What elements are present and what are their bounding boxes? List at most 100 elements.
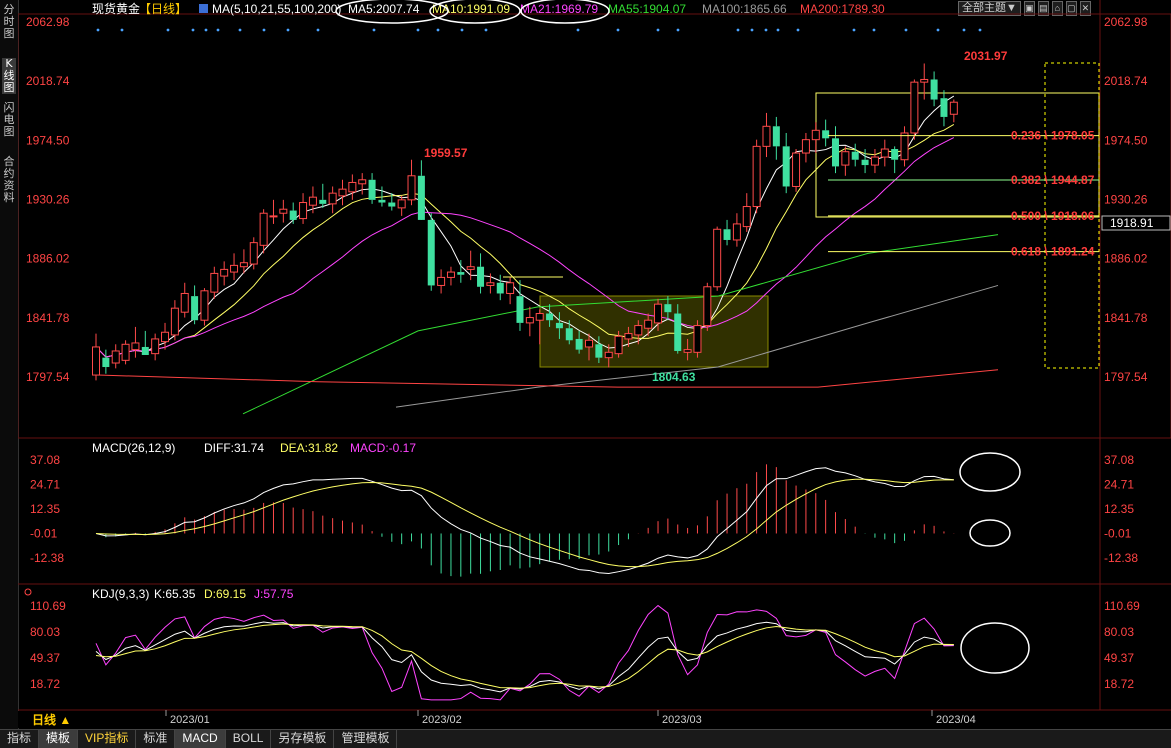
candle-body — [762, 125, 771, 147]
candle[interactable] — [407, 159, 416, 206]
candle[interactable] — [92, 333, 100, 381]
candle[interactable] — [121, 340, 130, 365]
candle[interactable] — [870, 149, 879, 174]
candle[interactable] — [308, 186, 317, 214]
bottom-tab-1[interactable]: 模板 — [39, 730, 79, 748]
candle[interactable] — [703, 282, 712, 331]
candle[interactable] — [259, 209, 268, 254]
symbol-name: 现货黄金 — [92, 1, 140, 16]
candle[interactable] — [693, 320, 702, 358]
candle[interactable] — [949, 99, 958, 123]
candle[interactable] — [437, 269, 446, 294]
candle[interactable] — [772, 116, 780, 160]
candle[interactable] — [230, 253, 239, 281]
candle[interactable] — [141, 330, 149, 355]
signal-dot — [416, 28, 420, 32]
bottom-tab-4[interactable]: MACD — [175, 730, 226, 748]
candle[interactable] — [191, 285, 199, 325]
candle[interactable] — [358, 173, 367, 195]
candle[interactable] — [792, 149, 801, 192]
signal-dot — [764, 28, 768, 32]
candle-body — [654, 303, 663, 324]
price-tick: 1974.50 — [1104, 133, 1148, 147]
bottom-tab-6[interactable]: 另存模板 — [271, 730, 335, 748]
bottom-tab-5[interactable]: BOLL — [226, 730, 272, 748]
candle[interactable] — [279, 199, 288, 223]
candle-body — [930, 79, 938, 100]
candle[interactable] — [920, 63, 929, 100]
candle-body — [940, 98, 948, 117]
candle[interactable] — [180, 282, 189, 318]
candle[interactable] — [289, 202, 297, 224]
candle-body — [220, 268, 229, 277]
candle[interactable] — [891, 146, 899, 174]
candle[interactable] — [782, 132, 790, 194]
candle[interactable] — [506, 277, 515, 305]
period-selector[interactable]: 日线 ▲ — [32, 712, 71, 727]
candle[interactable] — [496, 274, 504, 301]
bottom-tab-0[interactable]: 指标 — [0, 730, 40, 748]
candle[interactable] — [940, 90, 948, 127]
candle[interactable] — [801, 132, 810, 163]
view-tab-1[interactable]: K线图 — [2, 58, 16, 94]
candle[interactable] — [299, 193, 308, 224]
kdj-settings-icon[interactable] — [24, 588, 32, 596]
candle[interactable] — [900, 126, 909, 167]
view-tab-3[interactable]: 合约资料 — [2, 156, 16, 204]
candle[interactable] — [338, 179, 347, 206]
candle[interactable] — [111, 344, 120, 369]
kdj-j-line — [95, 604, 954, 701]
ma-toggle-icon[interactable] — [199, 4, 208, 13]
candle[interactable] — [752, 139, 761, 214]
view-tab-0[interactable]: 分时图 — [2, 4, 16, 40]
candle[interactable] — [348, 174, 357, 200]
candle[interactable] — [220, 261, 229, 286]
candle[interactable] — [732, 213, 741, 247]
candle[interactable] — [319, 183, 327, 208]
candle[interactable] — [516, 280, 524, 331]
candle[interactable] — [742, 193, 751, 232]
candle[interactable] — [851, 143, 859, 167]
candle-body — [269, 215, 278, 218]
kline-chart[interactable]: 现货黄金 【日线】 MA(5,10,21,55,100,200) MA5:200… — [18, 0, 1171, 729]
candlesticks[interactable] — [92, 63, 958, 381]
bottom-tab-2[interactable]: VIP指标 — [78, 730, 137, 748]
candle[interactable] — [723, 219, 731, 246]
candle[interactable] — [762, 112, 771, 158]
candle[interactable] — [446, 266, 455, 286]
candle-body — [407, 175, 416, 201]
candle[interactable] — [368, 173, 376, 204]
bottom-tab-7[interactable]: 管理模板 — [334, 730, 398, 748]
candle[interactable] — [811, 122, 820, 154]
candle[interactable] — [328, 186, 337, 214]
candle[interactable] — [131, 326, 140, 358]
candle[interactable] — [713, 226, 722, 291]
candle[interactable] — [930, 71, 938, 107]
candle[interactable] — [477, 253, 485, 294]
candle[interactable] — [880, 139, 889, 167]
candle[interactable] — [910, 79, 919, 140]
candle[interactable] — [417, 160, 425, 220]
bottom-tab-3[interactable]: 标准 — [136, 730, 176, 748]
candle[interactable] — [832, 126, 839, 174]
candle[interactable] — [269, 199, 278, 224]
candle[interactable] — [161, 322, 170, 350]
candle-body — [289, 210, 297, 220]
candle[interactable] — [525, 306, 534, 337]
macd-title: MACD(26,12,9) — [92, 441, 175, 455]
view-tab-2[interactable]: 闪电图 — [2, 102, 16, 138]
candle[interactable] — [457, 260, 465, 283]
candle[interactable] — [210, 266, 219, 299]
candle[interactable] — [200, 288, 209, 326]
candle[interactable] — [822, 119, 830, 147]
candle[interactable] — [397, 195, 406, 216]
candle[interactable] — [841, 146, 850, 176]
candle-body — [477, 266, 485, 287]
candle[interactable] — [427, 213, 435, 291]
signal-dot — [852, 28, 856, 32]
highlight-circle-kdj — [960, 622, 1030, 674]
candle[interactable] — [102, 349, 110, 374]
candle[interactable] — [151, 333, 160, 361]
candle-body — [466, 266, 475, 270]
candle[interactable] — [170, 300, 179, 341]
